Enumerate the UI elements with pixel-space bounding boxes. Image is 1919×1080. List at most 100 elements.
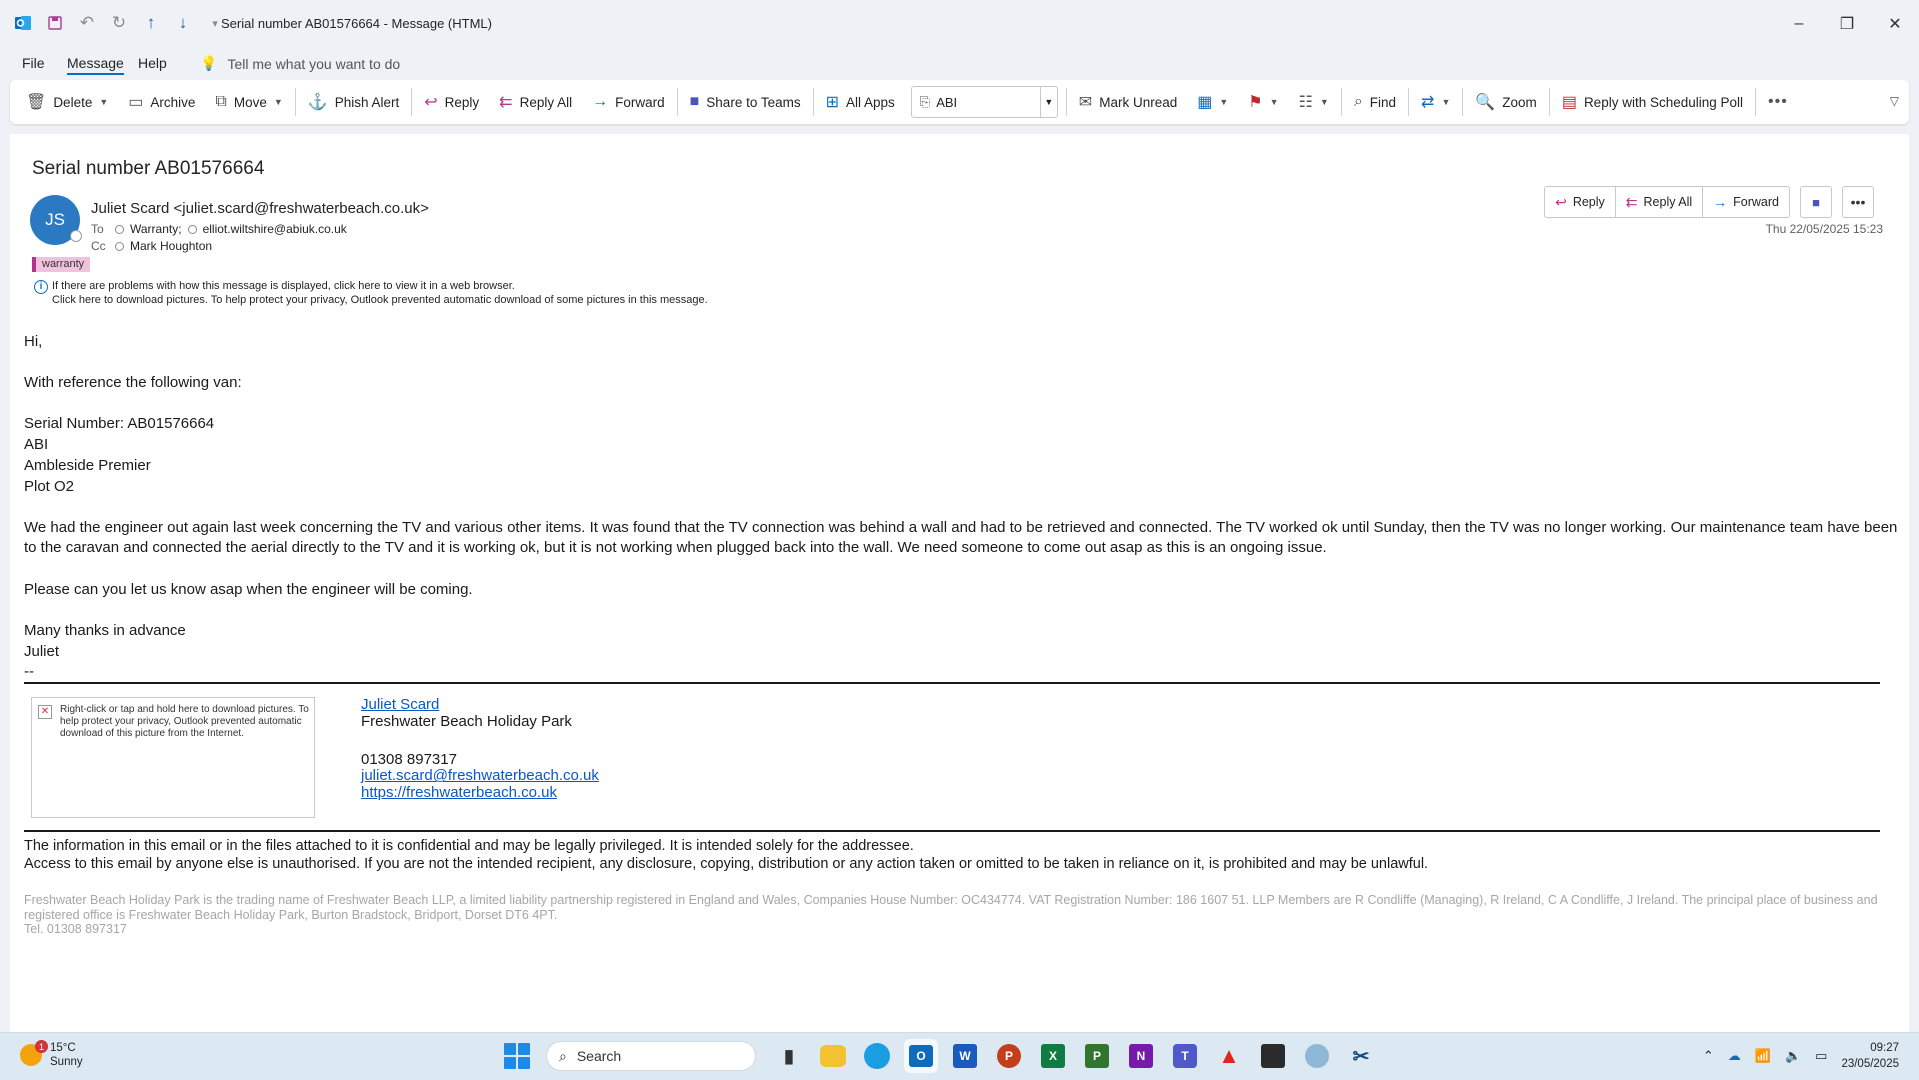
zoom-button[interactable]: 🔍 Zoom: [1465, 86, 1546, 118]
category-icon: ▦: [1197, 94, 1213, 111]
ribbon-forward-button[interactable]: → Forward: [582, 86, 675, 118]
category-tag[interactable]: warranty: [32, 257, 91, 272]
signature-email-link[interactable]: juliet.scard@freshwaterbeach.co.uk: [361, 767, 599, 784]
chevron-down-icon[interactable]: ▼: [274, 97, 283, 107]
restore-button[interactable]: ❐: [1823, 0, 1871, 48]
more-commands-button[interactable]: •••: [1758, 86, 1798, 118]
info-line-pictures[interactable]: Click here to download pictures. To help…: [52, 293, 708, 307]
mark-unread-button[interactable]: ✉ Mark Unread: [1069, 86, 1187, 118]
chevron-down-icon[interactable]: ▼: [99, 97, 108, 107]
excel-icon[interactable]: X: [1036, 1039, 1070, 1073]
chevron-down-icon[interactable]: ▼: [1039, 87, 1057, 117]
scheduling-poll-button[interactable]: ▤ Reply with Scheduling Poll: [1552, 86, 1753, 118]
archive-button[interactable]: ▭ Archive: [118, 86, 205, 118]
ribbon-reply-button[interactable]: ↩ Reply: [414, 86, 489, 118]
powerpoint-icon[interactable]: P: [992, 1039, 1026, 1073]
share-to-teams-button[interactable]: ■ Share to Teams: [680, 86, 811, 118]
policy-button[interactable]: ☷ ▼: [1289, 86, 1339, 118]
received-date: Thu 22/05/2025 15:23: [1765, 222, 1883, 236]
recipient-mark[interactable]: Mark Houghton: [130, 239, 212, 253]
follow-up-button[interactable]: ⚑ ▼: [1238, 86, 1288, 118]
teams-taskbar-icon[interactable]: T: [1168, 1039, 1202, 1073]
edge-icon[interactable]: [864, 1043, 890, 1069]
acrobat-icon[interactable]: ▲: [1212, 1039, 1246, 1073]
close-button[interactable]: ✕: [1871, 0, 1919, 48]
reply-icon: ↩: [424, 94, 438, 111]
signature-name-link[interactable]: Juliet Scard: [361, 696, 439, 713]
message-body: Hi, With reference the following van: Se…: [24, 332, 1909, 683]
info-line-browser[interactable]: If there are problems with how this mess…: [52, 279, 708, 293]
teams-icon[interactable]: ■: [1800, 186, 1832, 218]
message-pane: Serial number AB01576664 JS Juliet Scard…: [10, 134, 1909, 1032]
archive-icon: ▭: [128, 94, 144, 111]
lightbulb-icon: 💡: [200, 55, 218, 71]
info-bar[interactable]: i If there are problems with how this me…: [34, 279, 708, 307]
volume-icon[interactable]: 🔈: [1785, 1048, 1801, 1064]
chevron-down-icon: ▼: [1219, 97, 1229, 107]
move-button[interactable]: ⧉ Move ▼: [205, 86, 292, 118]
signature-website-link[interactable]: https://freshwaterbeach.co.uk: [361, 784, 557, 801]
ribbon-collapse-icon[interactable]: ▽: [1890, 94, 1899, 108]
previous-item-icon[interactable]: ↑: [140, 12, 162, 34]
quick-steps-select[interactable]: ⎘ ABI ▼: [910, 86, 1058, 118]
translate-button[interactable]: ⇄ ▼: [1411, 86, 1460, 118]
next-item-icon[interactable]: ↓: [172, 12, 194, 34]
browser-icon[interactable]: [1300, 1039, 1334, 1073]
forward-button[interactable]: → Forward: [1702, 186, 1790, 218]
menu-file[interactable]: File: [22, 55, 45, 71]
recipient-warranty[interactable]: Warranty;: [130, 222, 182, 236]
sender[interactable]: Juliet Scard <juliet.scard@freshwaterbea…: [91, 200, 429, 217]
clock-time: 09:27: [1870, 1042, 1899, 1054]
weather-widget[interactable]: 1 15°C Sunny: [20, 1040, 83, 1069]
body-greeting: Hi,: [24, 333, 43, 350]
legal-notice: Freshwater Beach Holiday Park is the tra…: [24, 893, 1878, 937]
recipient-elliot[interactable]: elliot.wiltshire@abiuk.co.uk: [203, 222, 347, 236]
reply-all-icon: ⇇: [1625, 193, 1638, 210]
reply-button[interactable]: ↩ Reply: [1544, 186, 1616, 218]
flag-icon: ⚑: [1248, 94, 1263, 111]
ribbon-separator: [1548, 88, 1550, 116]
delete-button[interactable]: 🗑 Delete ▼: [16, 86, 118, 118]
categorize-button[interactable]: ▦ ▼: [1187, 86, 1238, 118]
show-hidden-icons[interactable]: ⌃: [1703, 1048, 1714, 1064]
ribbon-separator: [1408, 88, 1410, 116]
battery-icon[interactable]: ▭: [1815, 1048, 1827, 1064]
ribbon-separator: [294, 88, 296, 116]
more-actions-icon[interactable]: •••: [1842, 186, 1874, 218]
app-dark-icon[interactable]: [1256, 1039, 1290, 1073]
presence-circle-icon: [115, 224, 124, 234]
forward-icon: →: [1713, 194, 1728, 210]
policy-icon: ☷: [1298, 94, 1313, 111]
system-tray: ⌃ ☁ 📶 🔈 ▭ 09:27 23/05/2025: [1703, 1040, 1899, 1072]
ribbon: 🗑 Delete ▼ ▭ Archive ⧉ Move ▼ ⚓ Phish Alert ↩ R…: [10, 80, 1909, 124]
snipping-tool-icon[interactable]: ✂: [1344, 1039, 1378, 1073]
windows-start-icon[interactable]: [504, 1043, 530, 1069]
blocked-image-placeholder[interactable]: ✕ Right-click or tap and hold here to do…: [31, 697, 315, 818]
all-apps-button[interactable]: ⊞ All Apps: [816, 86, 905, 118]
phish-alert-button[interactable]: ⚓ Phish Alert: [298, 86, 409, 118]
weather-badge: 1: [35, 1040, 48, 1053]
taskbar-search[interactable]: ⌕ Search: [546, 1041, 756, 1071]
menu-message[interactable]: Message: [67, 55, 124, 75]
onedrive-icon[interactable]: ☁: [1728, 1048, 1741, 1064]
reply-all-button[interactable]: ⇇ Reply All: [1614, 186, 1704, 218]
menu-help[interactable]: Help: [138, 55, 167, 71]
ribbon-reply-all-button[interactable]: ⇇ Reply All: [489, 86, 582, 118]
minimize-button[interactable]: –: [1775, 0, 1823, 48]
tell-me-search[interactable]: 💡 Tell me what you want to do: [200, 55, 400, 72]
body-name: Juliet: [24, 642, 60, 660]
wifi-icon[interactable]: 📶: [1755, 1048, 1771, 1064]
find-button[interactable]: ⌕ Find: [1344, 86, 1406, 118]
undo-icon[interactable]: ↶: [76, 12, 98, 34]
word-icon[interactable]: W: [948, 1039, 982, 1073]
redo-icon[interactable]: ↻: [108, 12, 130, 34]
outlook-taskbar-icon[interactable]: O: [904, 1039, 938, 1073]
task-view-icon[interactable]: ▮: [772, 1039, 806, 1073]
project-icon[interactable]: P: [1080, 1039, 1114, 1073]
clock[interactable]: 09:27 23/05/2025: [1841, 1040, 1899, 1072]
ribbon-separator: [812, 88, 814, 116]
signature-company: Freshwater Beach Holiday Park: [361, 712, 572, 730]
file-explorer-icon[interactable]: [820, 1045, 846, 1067]
onenote-icon[interactable]: N: [1124, 1039, 1158, 1073]
save-icon[interactable]: [44, 12, 66, 34]
